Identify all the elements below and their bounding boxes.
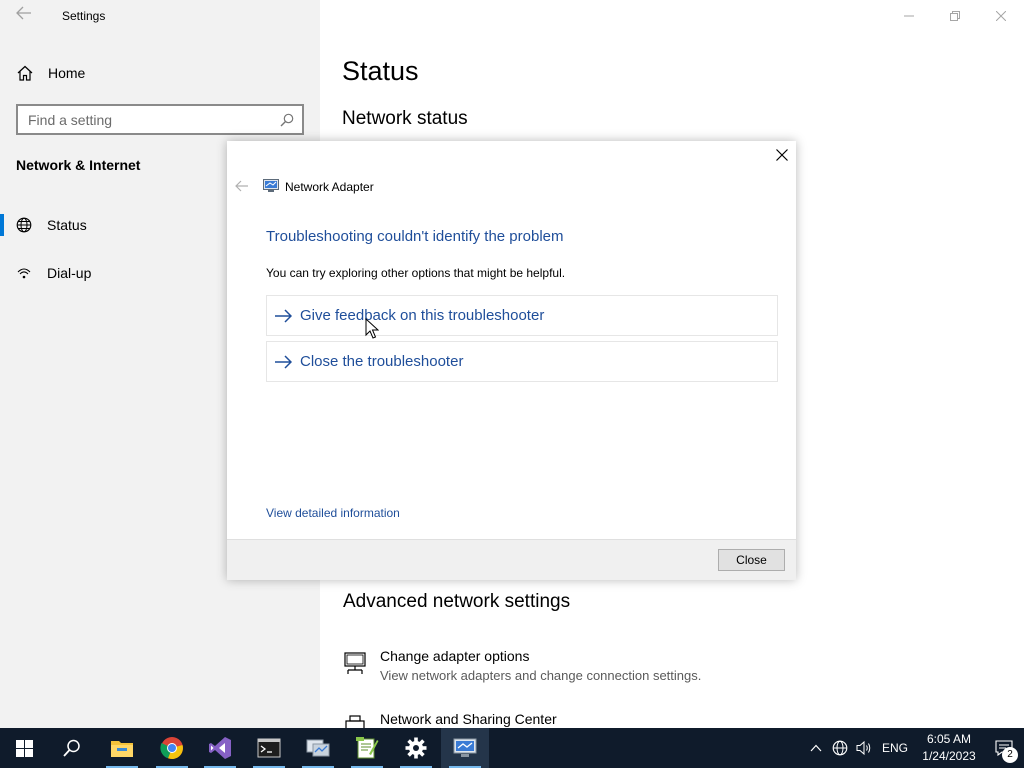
close-icon [776, 149, 788, 161]
network-globe-icon[interactable] [828, 728, 852, 768]
arrow-right-icon [274, 354, 296, 369]
taskbar-settings[interactable] [392, 728, 440, 768]
close-icon [996, 11, 1006, 21]
visual-studio-icon [209, 737, 231, 759]
clock-date: 1/24/2023 [922, 749, 976, 763]
dialog-app-title: Network Adapter [285, 180, 374, 194]
volume-icon[interactable] [852, 728, 876, 768]
taskbar-file-explorer[interactable] [98, 728, 146, 768]
windows-start-icon [15, 739, 33, 757]
notification-count-badge: 2 [1002, 747, 1018, 763]
minimize-button[interactable] [886, 0, 932, 32]
change-adapter-options-link[interactable]: Change adapter options View network adap… [342, 648, 942, 688]
search-box[interactable] [16, 104, 304, 135]
printer-network-icon [342, 713, 368, 728]
dialog-footer: Close [227, 539, 796, 580]
window-title: Settings [62, 9, 106, 23]
terminal-icon [257, 738, 281, 758]
globe-icon [16, 217, 34, 233]
troubleshooter-dialog: Network Adapter Troubleshooting couldn't… [227, 141, 796, 580]
start-button[interactable] [0, 728, 48, 768]
close-troubleshooter-option[interactable]: Close the troubleshooter [266, 341, 778, 382]
link-title: Network and Sharing Center [380, 711, 557, 727]
clock[interactable]: 6:05 AM 1/24/2023 [914, 731, 984, 765]
clock-time: 6:05 AM [926, 732, 972, 746]
sidebar-item-label: Dial-up [47, 265, 92, 281]
search-icon [63, 739, 80, 757]
taskbar-terminal[interactable] [245, 728, 293, 768]
system-tray: ENG 6:05 AM 1/24/2023 2 [804, 728, 1024, 768]
advanced-settings-heading: Advanced network settings [343, 591, 571, 612]
link-subtitle: View network adapters and change connect… [380, 668, 702, 683]
network-adapter-icon [263, 179, 279, 192]
page-title: Status [342, 56, 419, 86]
taskbar-chrome[interactable] [148, 728, 196, 768]
give-feedback-option[interactable]: Give feedback on this troubleshooter [266, 295, 778, 336]
language-indicator[interactable]: ENG [876, 741, 914, 755]
home-icon [17, 65, 35, 81]
close-window-button[interactable] [978, 0, 1024, 32]
action-center-button[interactable]: 2 [984, 728, 1024, 768]
network-status-heading: Network status [342, 108, 468, 129]
section-title: Network & Internet [16, 157, 141, 173]
dialog-close-x-button[interactable] [774, 147, 790, 163]
restore-icon [950, 11, 960, 21]
dialog-close-button[interactable]: Close [718, 549, 785, 571]
dialup-icon [16, 265, 34, 281]
back-arrow-icon [235, 180, 248, 192]
dialog-heading: Troubleshooting couldn't identify the pr… [266, 228, 564, 245]
option-label: Give feedback on this troubleshooter [300, 307, 545, 324]
taskbar-troubleshooter[interactable] [441, 728, 489, 768]
arrow-right-icon [274, 308, 296, 323]
network-tool-icon [306, 739, 330, 757]
link-title: Change adapter options [380, 648, 530, 664]
taskbar-notepad-plus[interactable] [343, 728, 391, 768]
view-detailed-info-link[interactable]: View detailed information [266, 506, 400, 520]
notepad-plus-icon [356, 737, 379, 759]
troubleshooter-icon [453, 738, 477, 757]
dialog-back-button[interactable] [235, 179, 249, 195]
option-label: Close the troubleshooter [300, 353, 464, 370]
file-explorer-icon [111, 741, 133, 757]
back-button[interactable] [12, 6, 36, 26]
taskbar-search-button[interactable] [48, 728, 96, 768]
search-input[interactable] [28, 111, 273, 128]
back-arrow-icon [16, 6, 31, 20]
mouse-cursor-icon [365, 318, 379, 339]
nav-home-label: Home [48, 65, 86, 81]
monitor-network-icon [342, 650, 368, 676]
chrome-icon [160, 737, 183, 760]
restore-button[interactable] [932, 0, 978, 32]
taskbar-visual-studio[interactable] [196, 728, 244, 768]
settings-gear-icon [405, 737, 427, 759]
search-icon [280, 113, 294, 132]
network-sharing-center-link[interactable]: Network and Sharing Center [342, 711, 942, 728]
minimize-icon [904, 15, 914, 17]
tray-chevron-up-icon[interactable] [804, 728, 828, 768]
taskbar-network-tool[interactable] [294, 728, 342, 768]
nav-home[interactable]: Home [0, 58, 320, 88]
dialog-subtext: You can try exploring other options that… [266, 266, 566, 280]
taskbar: ENG 6:05 AM 1/24/2023 2 [0, 728, 1024, 768]
sidebar-item-label: Status [47, 217, 87, 233]
window-controls [886, 0, 1024, 32]
